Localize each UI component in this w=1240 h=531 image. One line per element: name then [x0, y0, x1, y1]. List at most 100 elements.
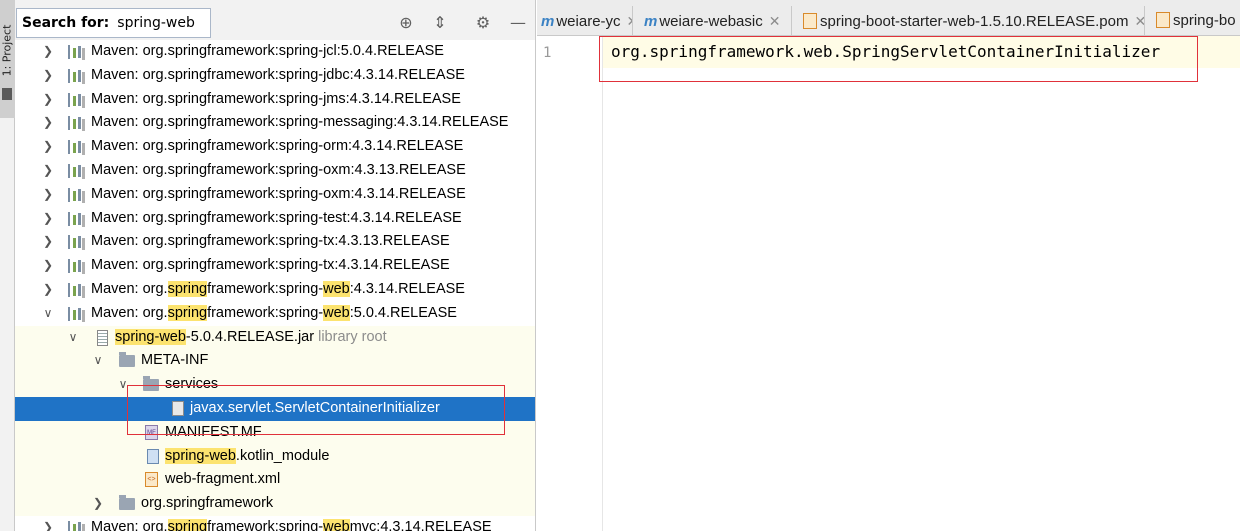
project-tool-label: 1: Project	[0, 24, 14, 77]
tab-spring-bo[interactable]: spring-bo	[1152, 6, 1240, 35]
library-icon	[68, 235, 84, 250]
tree-row[interactable]: ∨ services	[15, 373, 535, 397]
project-tree: ❯ Maven: org.springframework:spring-jcl:5…	[15, 40, 535, 531]
tree-row[interactable]: ❯ Maven: org.springframework:spring-test:…	[15, 207, 535, 231]
tab-spring-boot-starter-web-pom[interactable]: spring-boot-starter-web-1.5.10.RELEASE.p…	[799, 6, 1145, 35]
module-file-icon	[147, 448, 159, 464]
code-line[interactable]: org.springframework.web.SpringServletCon…	[611, 42, 1160, 61]
package-icon	[119, 495, 135, 511]
tree-row[interactable]: ❯ Maven: org.springframework:spring-webmv…	[15, 516, 535, 531]
module-icon: m	[644, 13, 658, 30]
tree-row-label: Maven: org.springframework:spring-tx:4.3…	[91, 233, 450, 250]
tree-row-label: Maven: org.springframework:spring-oxm:4.…	[91, 161, 466, 178]
tree-row-label: Maven: org.springframework:spring-tx:4.3…	[91, 257, 450, 274]
line-gutter: 1	[537, 36, 603, 531]
tool-window-stripe: 1: Project	[0, 0, 15, 531]
library-icon	[68, 163, 84, 178]
tree-row-label: Maven: org.springframework:spring-jms:4.…	[91, 90, 461, 107]
close-icon[interactable]: ✕	[769, 13, 781, 29]
tab-weiare-yc[interactable]: mweiare-yc ✕	[537, 6, 633, 35]
chevron-down-icon[interactable]: ∨	[91, 349, 105, 373]
chevron-right-icon[interactable]: ❯	[41, 516, 55, 531]
pom-icon	[803, 13, 817, 29]
library-icon	[68, 45, 84, 59]
tree-row[interactable]: ❯ Maven: org.springframework:spring-oxm:4…	[15, 159, 535, 183]
tree-row[interactable]: ❯ Maven: org.springframework:spring-jms:4…	[15, 88, 535, 112]
tree-row-label: Maven: org.springframework:spring-oxm:4.…	[91, 185, 466, 202]
collapse-icon[interactable]: ⇕	[431, 14, 449, 32]
tree-row[interactable]: ❯ Maven: org.springframework:spring-oxm:4…	[15, 183, 535, 207]
chevron-right-icon[interactable]: ❯	[91, 492, 105, 516]
tree-row[interactable]: MF MANIFEST.MF	[15, 420, 535, 445]
close-icon[interactable]: ✕	[1134, 13, 1144, 29]
folder-icon	[2, 88, 12, 100]
library-icon	[68, 116, 84, 131]
folder-icon	[119, 352, 135, 368]
tree-row-label: Maven: org.springframework:spring-jdbc:4…	[91, 66, 465, 83]
tree-row[interactable]: ❯ Maven: org.springframework:spring-orm:4…	[15, 135, 535, 159]
tree-row-label: Maven: org.springframework:spring-orm:4.…	[91, 138, 464, 155]
chevron-right-icon[interactable]: ❯	[41, 207, 55, 231]
chevron-right-icon[interactable]: ❯	[41, 159, 55, 183]
search-input[interactable]: spring-web	[117, 15, 195, 31]
library-icon	[68, 520, 84, 531]
tree-row[interactable]: <> web-fragment.xml	[15, 468, 535, 493]
pom-icon	[1156, 12, 1170, 28]
chevron-down-icon[interactable]: ∨	[116, 373, 130, 397]
tree-row[interactable]: ❯ Maven: org.springframework:spring-jdbc:…	[15, 64, 535, 88]
editor-area: m weiare-yc ✕ mweiare-webasic✕ spring-boot…	[537, 0, 1240, 531]
library-icon	[68, 282, 84, 297]
tree-row-label: Maven: org.springframework:spring-test:4…	[91, 209, 462, 226]
tree-row-label: services	[165, 376, 219, 393]
library-icon	[68, 187, 84, 202]
library-icon	[68, 259, 84, 274]
library-icon	[68, 92, 84, 107]
chevron-right-icon[interactable]: ❯	[41, 111, 55, 135]
target-icon[interactable]: ⊕	[397, 14, 415, 32]
tree-row[interactable]: ❯ Maven: org.springframework:spring-jcl:5…	[15, 40, 535, 64]
folder-icon	[143, 376, 159, 392]
library-icon	[68, 211, 84, 226]
tab-weiare-webasic[interactable]: m weiare-webasic ✕	[640, 6, 792, 35]
chevron-down-icon[interactable]: ∨	[66, 326, 80, 350]
project-panel: Search for: spring-web ⊕ ⇕ ⚙ — ❯ Maven: o…	[15, 0, 536, 531]
tree-row-label: javax.servlet.ServletContainerInitialize…	[190, 399, 440, 416]
chevron-right-icon[interactable]: ❯	[41, 135, 55, 159]
minimize-icon[interactable]: —	[509, 14, 527, 32]
tree-row[interactable]: ∨ META-INF	[15, 349, 535, 374]
tree-row-label: Maven: org.springframework:spring-messag…	[91, 114, 509, 131]
tree-row-label: spring-web-5.0.4.RELEASE.jar library roo…	[115, 328, 387, 345]
tree-row[interactable]: spring-web.kotlin_module	[15, 444, 535, 469]
chevron-right-icon[interactable]: ❯	[41, 40, 55, 64]
tree-row[interactable]: ∨ spring-web-5.0.4.RELEASE.jar library ro…	[15, 325, 535, 350]
tree-row[interactable]: ❯ Maven: org.springframework:spring-tx:4.…	[15, 230, 535, 254]
tree-row[interactable]: ❯ Maven: org.springframework:spring-web:4…	[15, 278, 535, 302]
chevron-right-icon[interactable]: ❯	[41, 88, 55, 112]
tree-row[interactable]: ❯ Maven: org.springframework:spring-messa…	[15, 111, 535, 135]
tab-label: spring-boot-starter-web-1.5.10.RELEASE.p…	[820, 13, 1129, 30]
gear-icon[interactable]: ⚙	[474, 14, 492, 32]
chevron-right-icon[interactable]: ❯	[41, 278, 55, 302]
project-tool-button[interactable]: 1: Project	[0, 0, 15, 118]
tree-row[interactable]: ❯ Maven: org.springframework:spring-tx:4.…	[15, 254, 535, 278]
tree-row[interactable]: ∨ Maven: org.springframework:spring-web:5…	[15, 302, 535, 326]
project-toolbar: Search for: spring-web ⊕ ⇕ ⚙ —	[15, 0, 535, 40]
tree-row[interactable]: ❯ org.springframework	[15, 492, 535, 516]
line-number: 1	[543, 45, 552, 61]
tree-row-label: org.springframework	[141, 495, 274, 512]
tree-row-selected[interactable]: javax.servlet.ServletContainerInitialize…	[15, 396, 535, 421]
chevron-right-icon[interactable]: ❯	[41, 254, 55, 278]
tree-row-label: spring-web.kotlin_module	[165, 447, 330, 464]
search-box[interactable]: Search for: spring-web	[16, 8, 211, 38]
close-icon[interactable]: ✕	[627, 13, 632, 29]
chevron-right-icon[interactable]: ❯	[41, 230, 55, 254]
tree-row-label: web-fragment.xml	[165, 471, 281, 488]
chevron-down-icon[interactable]: ∨	[41, 302, 55, 326]
manifest-icon: MF	[145, 424, 158, 440]
tree-row-label: META-INF	[141, 352, 209, 369]
tree-row-label: Maven: org.springframework:spring-web:5.…	[91, 304, 457, 321]
chevron-right-icon[interactable]: ❯	[41, 183, 55, 207]
tab-label: weiare-yc	[556, 13, 621, 30]
chevron-right-icon[interactable]: ❯	[41, 64, 55, 88]
file-icon	[172, 400, 184, 416]
